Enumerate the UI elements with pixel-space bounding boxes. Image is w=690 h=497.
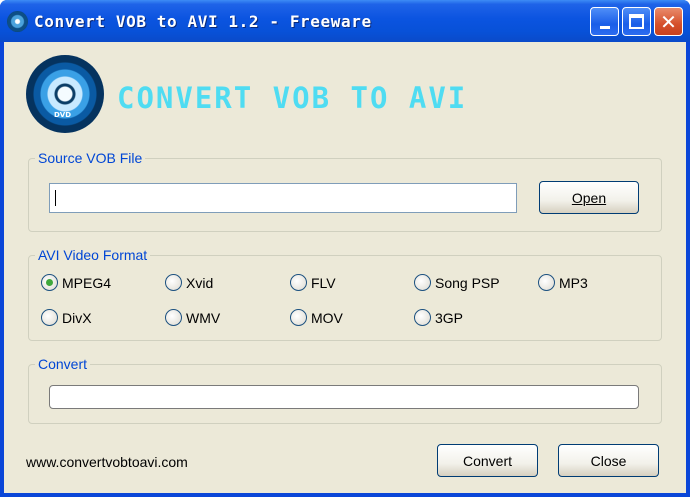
close-button[interactable]: Close: [558, 444, 659, 477]
radio-mp3[interactable]: MP3: [538, 274, 588, 291]
website-link[interactable]: www.convertvobtoavi.com: [26, 454, 188, 470]
radio-xvid-label: Xvid: [186, 274, 214, 291]
radio-divx[interactable]: DivX: [41, 309, 92, 326]
radio-song-psp-dot[interactable]: [414, 274, 431, 291]
minimize-icon: [599, 26, 610, 29]
dvd-logo-icon: DVD: [26, 55, 104, 133]
close-window-button[interactable]: ✕: [654, 7, 683, 36]
maximize-icon: [629, 14, 644, 29]
close-button-label: Close: [590, 452, 627, 469]
radio-mov[interactable]: MOV: [290, 309, 343, 326]
close-icon: ✕: [660, 9, 677, 34]
radio-mpeg4[interactable]: MPEG4: [41, 274, 111, 291]
avi-format-group: AVI Video Format MPEG4 Xvid FLV Song PSP…: [28, 247, 662, 341]
radio-mov-label: MOV: [311, 309, 343, 326]
minimize-button[interactable]: [590, 7, 619, 36]
radio-mp3-dot[interactable]: [538, 274, 555, 291]
logo-title: CONVERT VOB TO AVI: [117, 81, 468, 115]
window-title: Convert VOB to AVI 1.2 - Freeware: [34, 12, 372, 31]
radio-mpeg4-dot[interactable]: [41, 274, 58, 291]
client-area: DVD CONVERT VOB TO AVI Source VOB File O…: [4, 42, 686, 493]
radio-divx-dot[interactable]: [41, 309, 58, 326]
conversion-progress-bar: [49, 385, 639, 409]
radio-flv-dot[interactable]: [290, 274, 307, 291]
convert-group: Convert: [28, 356, 662, 424]
convert-group-label: Convert: [35, 356, 91, 372]
source-vob-group: Source VOB File Open: [28, 150, 662, 232]
radio-3gp-label: 3GP: [435, 309, 464, 326]
app-window: Convert VOB to AVI 1.2 - Freeware ✕ DVD …: [0, 0, 690, 497]
radio-3gp-dot[interactable]: [414, 309, 431, 326]
maximize-button[interactable]: [622, 7, 651, 36]
source-file-input[interactable]: [49, 183, 517, 213]
radio-mpeg4-label: MPEG4: [62, 274, 112, 291]
avi-format-label: AVI Video Format: [35, 247, 151, 263]
source-vob-label: Source VOB File: [35, 150, 146, 166]
convert-button[interactable]: Convert: [437, 444, 538, 477]
radio-song-psp-label: Song PSP: [435, 274, 500, 291]
radio-mp3-label: MP3: [559, 274, 588, 291]
text-caret: [55, 190, 56, 206]
dvd-logo-label: DVD: [54, 111, 72, 119]
radio-flv-label: FLV: [311, 274, 336, 291]
radio-wmv-label: WMV: [186, 309, 221, 326]
radio-xvid[interactable]: Xvid: [165, 274, 213, 291]
title-bar[interactable]: Convert VOB to AVI 1.2 - Freeware ✕: [0, 0, 690, 42]
radio-wmv-dot[interactable]: [165, 309, 182, 326]
radio-divx-label: DivX: [62, 309, 92, 326]
radio-3gp[interactable]: 3GP: [414, 309, 463, 326]
radio-song-psp[interactable]: Song PSP: [414, 274, 500, 291]
radio-wmv[interactable]: WMV: [165, 309, 220, 326]
radio-mov-dot[interactable]: [290, 309, 307, 326]
open-button[interactable]: Open: [539, 181, 639, 214]
open-button-label: Open: [571, 189, 607, 206]
dvd-app-icon[interactable]: [7, 11, 28, 32]
radio-xvid-dot[interactable]: [165, 274, 182, 291]
convert-button-label: Convert: [462, 452, 513, 469]
radio-flv[interactable]: FLV: [290, 274, 336, 291]
